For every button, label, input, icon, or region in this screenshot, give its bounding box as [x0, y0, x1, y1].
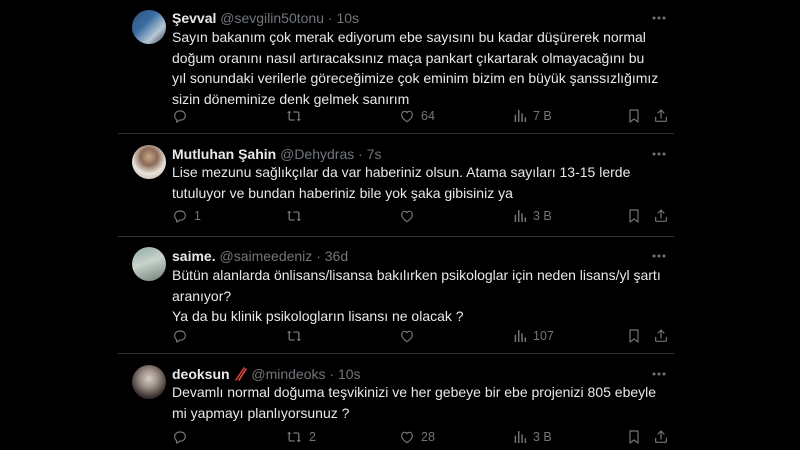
display-name[interactable]: deoksun	[172, 366, 230, 382]
share-button[interactable]	[653, 106, 669, 126]
views-chart-icon	[514, 210, 527, 222]
user-handle[interactable]: @sevgilin50tonu	[220, 10, 324, 26]
avatar[interactable]	[132, 145, 166, 179]
tweet-header: Şevval @sevgilin50tonu · 10s	[172, 9, 359, 27]
views-button[interactable]: 107	[513, 326, 554, 346]
like-button[interactable]: 64	[399, 106, 435, 126]
reply-button[interactable]: 1	[172, 206, 201, 226]
tweet-text: Bütün alanlarda önlisans/lisansa bakılır…	[172, 267, 661, 324]
views-button[interactable]: 3 B	[513, 427, 552, 447]
like-button[interactable]: 28	[399, 427, 435, 447]
chopsticks-emoji	[235, 367, 248, 381]
avatar[interactable]	[132, 365, 166, 399]
retweet-icon	[287, 110, 301, 122]
views-chart-icon	[514, 431, 527, 443]
tweet-text: Devamlı normal doğuma teşvikinizi ve her…	[172, 384, 657, 421]
tweet[interactable]: saime. @saimeedeniz · 36d Bütün alanlard…	[118, 237, 674, 354]
separator-dot: ·	[316, 248, 321, 264]
separator-dot: ·	[327, 10, 333, 26]
bookmark-button[interactable]	[627, 326, 641, 346]
share-icon	[655, 209, 667, 222]
bookmark-button[interactable]	[627, 427, 641, 447]
retweet-count: 2	[309, 430, 316, 444]
share-button[interactable]	[653, 427, 669, 447]
action-bar: 107	[172, 326, 668, 346]
like-button[interactable]	[399, 206, 421, 226]
like-count: 28	[421, 430, 435, 444]
like-count: 64	[421, 109, 435, 123]
display-name[interactable]: Mutluhan Şahin	[172, 146, 276, 162]
views-chart-icon	[514, 110, 527, 122]
heart-icon	[401, 210, 413, 223]
tweet-feed: Şevval @sevgilin50tonu · 10s Sayın bakan…	[118, 0, 674, 450]
bookmark-icon	[629, 430, 639, 444]
timestamp[interactable]: 10s	[336, 10, 359, 26]
view-count: 107	[533, 329, 554, 343]
reply-icon	[174, 431, 186, 444]
view-count: 3 B	[533, 209, 552, 223]
reply-button[interactable]	[172, 326, 194, 346]
timestamp[interactable]: 7s	[367, 146, 382, 162]
view-count: 7 B	[533, 109, 552, 123]
tweet-text: Lise mezunu sağlıkçılar da var haberiniz…	[172, 164, 631, 201]
retweet-button[interactable]: 2	[285, 427, 316, 447]
retweet-icon	[287, 210, 301, 222]
separator-dot: ·	[358, 146, 363, 162]
share-icon	[655, 430, 667, 443]
more-dots-icon[interactable]	[652, 367, 666, 381]
bookmark-icon	[629, 109, 639, 123]
bookmark-icon	[629, 209, 639, 223]
share-icon	[655, 109, 667, 122]
views-button[interactable]: 7 B	[513, 106, 552, 126]
display-name[interactable]: Şevval	[172, 10, 216, 26]
retweet-icon	[287, 431, 301, 443]
user-handle[interactable]: @Dehydras	[280, 146, 354, 162]
view-count: 3 B	[533, 430, 552, 444]
timestamp[interactable]: 10s	[338, 366, 361, 382]
avatar[interactable]	[132, 247, 166, 281]
bookmark-button[interactable]	[627, 106, 641, 126]
tweet-text: Sayın bakanım çok merak ediyorum ebe say…	[172, 29, 659, 107]
more-dots-icon[interactable]	[652, 11, 666, 25]
heart-icon	[401, 330, 413, 343]
reply-button[interactable]	[172, 427, 194, 447]
reply-button[interactable]	[172, 106, 194, 126]
share-icon	[655, 329, 667, 342]
like-button[interactable]	[399, 326, 421, 346]
retweet-button[interactable]	[285, 326, 309, 346]
views-chart-icon	[514, 330, 527, 342]
retweet-icon	[287, 330, 301, 342]
share-button[interactable]	[653, 326, 669, 346]
bookmark-icon	[629, 329, 639, 343]
more-dots-icon[interactable]	[652, 249, 666, 263]
more-dots-icon[interactable]	[652, 147, 666, 161]
tweet[interactable]: Şevval @sevgilin50tonu · 10s Sayın bakan…	[118, 0, 674, 134]
tweet-header: deoksun @mindeoks · 10s	[172, 365, 361, 383]
tweet[interactable]: deoksun @mindeoks · 10s Devamlı normal d…	[118, 354, 674, 450]
retweet-button[interactable]	[285, 206, 309, 226]
separator-dot: ·	[329, 366, 335, 382]
tweet-header: Mutluhan Şahin @Dehydras · 7s	[172, 145, 382, 163]
reply-icon	[174, 330, 186, 343]
user-handle[interactable]: @saimeedeniz	[219, 248, 312, 264]
user-handle[interactable]: @mindeoks	[251, 366, 325, 382]
heart-icon	[401, 110, 413, 123]
action-bar: 1 3 B	[172, 206, 668, 226]
reply-icon	[174, 110, 186, 123]
heart-icon	[401, 431, 413, 444]
bookmark-button[interactable]	[627, 206, 641, 226]
retweet-button[interactable]	[285, 106, 309, 126]
tweet[interactable]: Mutluhan Şahin @Dehydras · 7s Lise mezun…	[118, 134, 674, 237]
timestamp[interactable]: 36d	[325, 248, 348, 264]
action-bar: 2 28 3 B	[172, 427, 668, 447]
tweet-header: saime. @saimeedeniz · 36d	[172, 247, 348, 265]
action-bar: 64 7 B	[172, 106, 668, 126]
share-button[interactable]	[653, 206, 669, 226]
views-button[interactable]: 3 B	[513, 206, 552, 226]
reply-count: 1	[194, 209, 201, 223]
reply-icon	[174, 210, 186, 223]
avatar[interactable]	[132, 10, 166, 44]
display-name[interactable]: saime.	[172, 248, 216, 264]
